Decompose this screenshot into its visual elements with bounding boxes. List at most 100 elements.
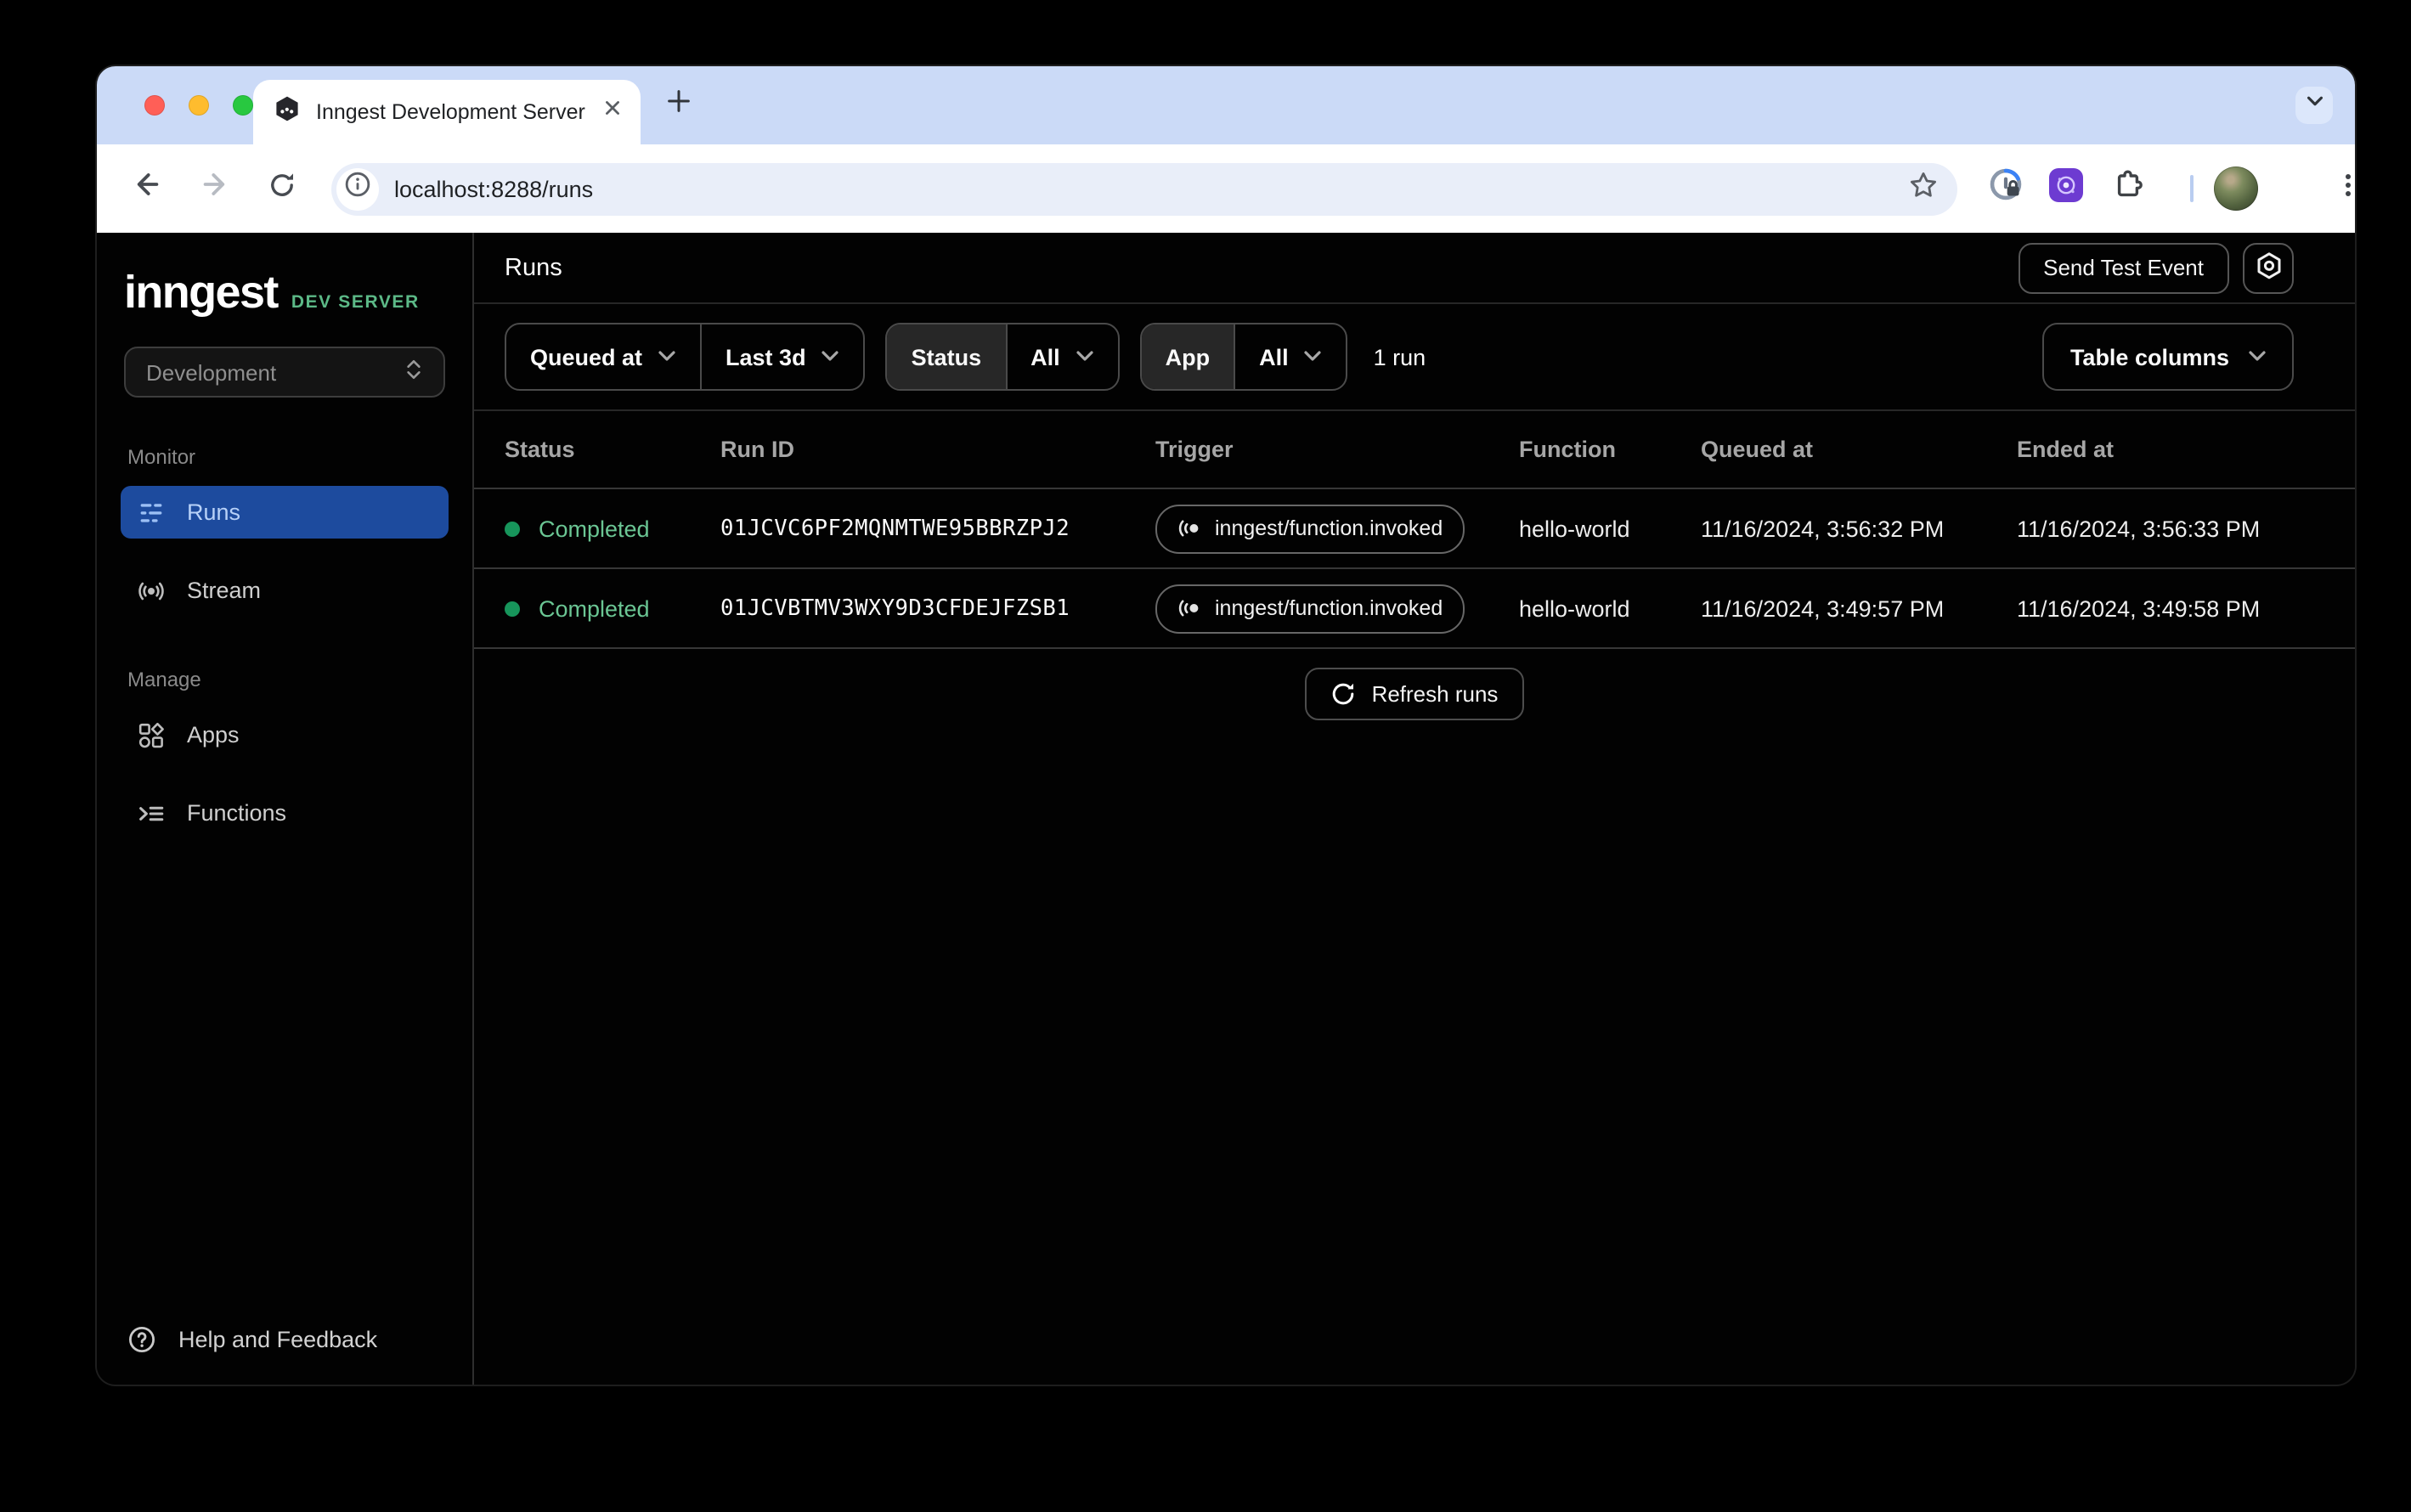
status-filter-dropdown[interactable]: All (1005, 324, 1118, 389)
status-cell: Completed (505, 595, 720, 621)
toolbar-separator (2190, 175, 2194, 202)
logo-row: inngest DEV SERVER (97, 267, 472, 318)
trigger-cell: inngest/function.invoked (1155, 504, 1519, 553)
forward-button[interactable] (190, 165, 238, 212)
column-header-trigger: Trigger (1155, 437, 1519, 462)
status-label: Completed (539, 516, 650, 541)
refresh-runs-button[interactable]: Refresh runs (1306, 668, 1524, 720)
ended-at-value: 11/16/2024, 3:49:58 PM (2017, 595, 2355, 621)
status-filter-value: All (1030, 344, 1060, 370)
table-row[interactable]: Completed 01JCVBTMV3WXY9D3CFDEJFZSB1 inn… (474, 569, 2355, 649)
event-waves-icon (1177, 596, 1201, 620)
inngest-logo: inngest (124, 267, 278, 318)
trigger-name: inngest/function.invoked (1215, 596, 1443, 620)
sidebar-item-functions[interactable]: Functions (121, 787, 449, 839)
event-waves-icon (1177, 516, 1201, 540)
trigger-badge: inngest/function.invoked (1155, 584, 1465, 633)
sidebar-item-runs[interactable]: Runs (121, 486, 449, 539)
time-filter-group: Queued at Last 3d (505, 323, 866, 391)
extensions-button[interactable] (2110, 167, 2144, 210)
tab-close-button[interactable] (596, 97, 627, 127)
back-button[interactable] (122, 165, 170, 212)
app-filter-label: App (1142, 324, 1234, 389)
run-id: 01JCVBTMV3WXY9D3CFDEJFZSB1 (720, 595, 1155, 621)
sort-field-dropdown[interactable]: Queued at (506, 324, 700, 389)
refresh-row: Refresh runs (474, 649, 2355, 720)
settings-button[interactable] (2243, 242, 2294, 293)
window-zoom-button[interactable] (233, 95, 253, 116)
table-columns-label: Table columns (2070, 344, 2229, 370)
reload-button[interactable] (258, 165, 306, 212)
table-columns-button[interactable]: Table columns (2043, 323, 2294, 391)
new-tab-button[interactable] (663, 90, 693, 121)
sidebar-item-label: Stream (187, 578, 261, 603)
queued-at-value: 11/16/2024, 3:49:57 PM (1701, 595, 2017, 621)
desktop-background: Inngest Development Server (0, 0, 2411, 1512)
window-minimize-button[interactable] (189, 95, 209, 116)
onepassword-extension-button[interactable] (1988, 166, 2024, 211)
sidebar: inngest DEV SERVER Development Monitor (97, 233, 474, 1385)
plus-icon (663, 87, 692, 124)
sidebar-item-apps[interactable]: Apps (121, 708, 449, 761)
back-arrow-icon (130, 168, 162, 209)
trigger-name: inngest/function.invoked (1215, 516, 1443, 540)
sidebar-item-label: Apps (187, 722, 240, 748)
status-dot-completed (505, 521, 520, 536)
app-filter-dropdown[interactable]: All (1234, 324, 1347, 389)
extensions-area (1988, 166, 2355, 211)
sidebar-item-label: Functions (187, 800, 286, 826)
function-name: hello-world (1519, 595, 1701, 621)
address-bar[interactable]: localhost:8288/runs (331, 162, 1957, 215)
column-header-run-id: Run ID (720, 437, 1155, 462)
column-header-status: Status (505, 437, 720, 462)
help-and-feedback[interactable]: Help and Feedback (97, 1325, 472, 1354)
app-filter-group: App All (1140, 323, 1348, 391)
refresh-icon (1331, 681, 1357, 707)
table-header-row: Status Run ID Trigger Function Queued at… (474, 411, 2355, 489)
browser-menu-button[interactable] (2331, 172, 2355, 206)
purple-extension-button[interactable] (2049, 167, 2083, 210)
function-name: hello-world (1519, 516, 1701, 541)
inngest-favicon-icon (274, 94, 301, 130)
site-info-button[interactable] (336, 167, 379, 210)
page-header: Runs Send Test Event (474, 233, 2355, 304)
star-icon (1908, 169, 1939, 208)
help-icon (127, 1325, 156, 1354)
filter-bar: Queued at Last 3d S (474, 304, 2355, 411)
profile-avatar-button[interactable] (2214, 166, 2258, 211)
send-test-event-button[interactable]: Send Test Event (2018, 242, 2229, 293)
sort-field-value: Queued at (530, 344, 642, 370)
chevron-down-icon (658, 350, 676, 364)
trigger-cell: inngest/function.invoked (1155, 584, 1519, 633)
apps-icon (138, 721, 165, 748)
environment-select-value: Development (146, 359, 276, 385)
column-header-queued-at: Queued at (1701, 437, 2017, 462)
sidebar-item-stream[interactable]: Stream (121, 564, 449, 617)
window-close-button[interactable] (144, 95, 165, 116)
functions-icon (138, 799, 165, 827)
avatar (2214, 166, 2258, 211)
table-row[interactable]: Completed 01JCVC6PF2MQNMTWE95BBRZPJ2 inn… (474, 489, 2355, 569)
manage-nav: Apps Functions (97, 708, 472, 839)
browser-tab-strip: Inngest Development Server (97, 66, 2355, 144)
runs-icon (138, 499, 165, 526)
run-count: 1 run (1374, 344, 1426, 370)
status-filter-label: Status (888, 324, 1006, 389)
url-text: localhost:8288/runs (394, 176, 1906, 201)
chevron-down-icon (2248, 350, 2267, 364)
refresh-label: Refresh runs (1372, 681, 1499, 707)
column-header-ended-at: Ended at (2017, 437, 2355, 462)
help-label: Help and Feedback (178, 1327, 377, 1352)
close-icon (599, 95, 624, 129)
environment-select[interactable]: Development (124, 347, 445, 398)
tab-search-button[interactable] (2295, 87, 2333, 124)
traffic-lights (144, 95, 253, 116)
chevron-down-icon (2303, 90, 2325, 121)
browser-tab[interactable]: Inngest Development Server (253, 80, 641, 144)
bookmark-button[interactable] (1906, 172, 1940, 206)
queued-at-value: 11/16/2024, 3:56:32 PM (1701, 516, 2017, 541)
tab-title: Inngest Development Server (316, 100, 596, 124)
main-content: Runs Send Test Event Queued at (474, 233, 2355, 1385)
time-range-dropdown[interactable]: Last 3d (700, 324, 864, 389)
chevron-down-icon (1304, 350, 1323, 364)
